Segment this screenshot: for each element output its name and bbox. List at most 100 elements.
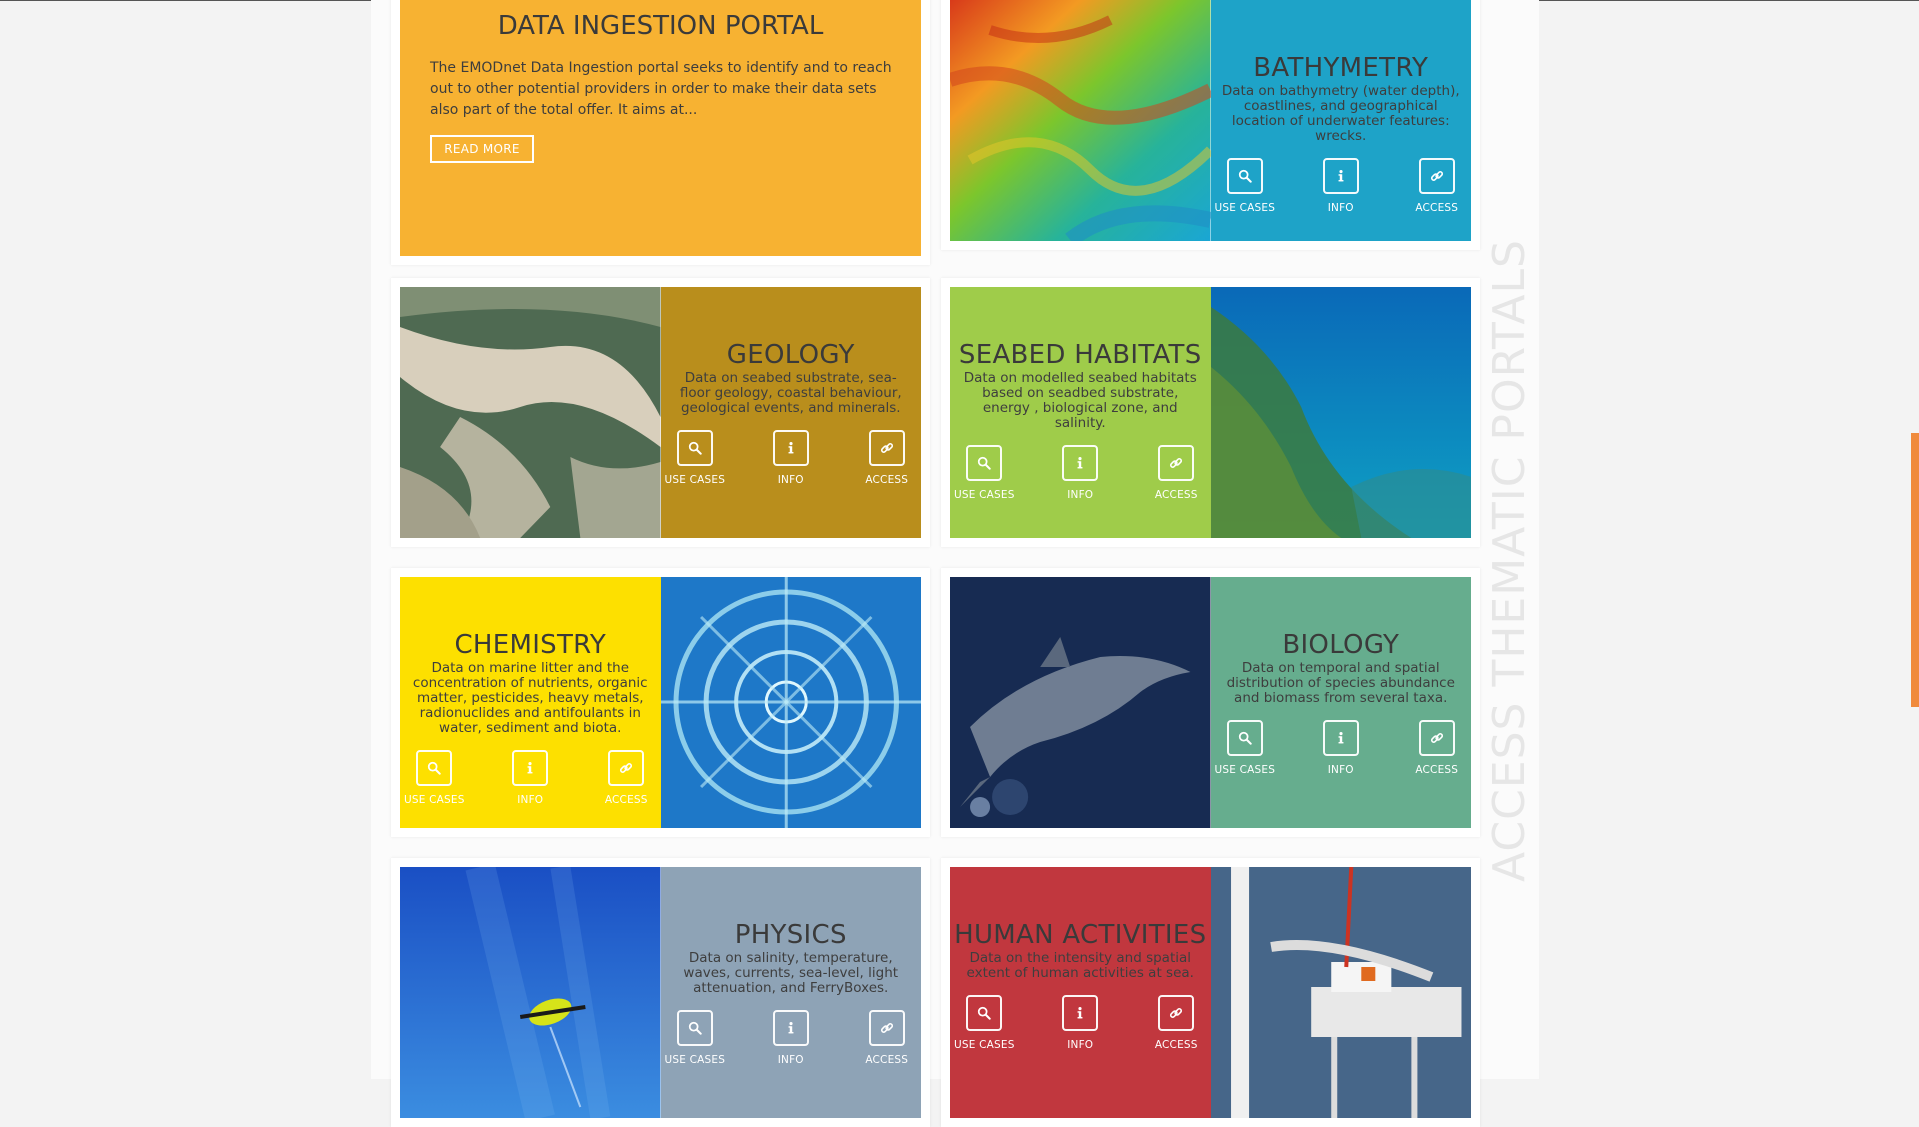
human-activities-access-button[interactable]: ACCESS [1149, 995, 1203, 1051]
biology-access-button[interactable]: ACCESS [1410, 720, 1464, 776]
ingestion-title: DATA INGESTION PORTAL [497, 11, 824, 41]
link-icon [1418, 158, 1455, 194]
access-label: ACCESS [604, 794, 648, 806]
info-label: INFO [1067, 489, 1094, 501]
seabed-habitats-info-button[interactable]: INFO [1053, 445, 1107, 501]
section-title: ACCESS THEMATIC PORTALS [1479, 239, 1539, 882]
human-activities-title: HUMAN ACTIVITIES [954, 920, 1207, 950]
seabed-habitats-access-button[interactable]: ACCESS [1149, 445, 1203, 501]
search-icon [676, 1010, 713, 1046]
seabed-habitats-title: SEABED HABITATS [958, 340, 1202, 370]
bathymetry-title: BATHYMETRY [1253, 53, 1429, 83]
chemistry-description: Data on marine litter and the concentrat… [412, 660, 648, 736]
section-title-text: ACCESS THEMATIC PORTALS [1483, 238, 1535, 882]
bathymetry-info-button[interactable]: INFO [1314, 158, 1368, 214]
bathymetry-description: Data on bathymetry (water depth), coastl… [1221, 83, 1460, 144]
chemistry-access-button[interactable]: ACCESS [599, 750, 653, 806]
biology-use-cases-button[interactable]: USE CASES [1214, 720, 1275, 776]
physics-use-cases-button[interactable]: USE CASES [664, 1010, 725, 1066]
link-icon [608, 750, 645, 786]
info-icon [1322, 158, 1359, 194]
seabed-habitats-card: SEABED HABITATS Data on modelled seabed … [941, 278, 1480, 547]
human-activities-use-cases-button[interactable]: USE CASES [954, 995, 1014, 1051]
link-icon [1418, 720, 1455, 756]
geology-use-cases-button[interactable]: USE CASES [664, 430, 725, 486]
info-icon [772, 1010, 809, 1046]
physics-access-button[interactable]: ACCESS [860, 1010, 914, 1066]
link-icon [868, 430, 905, 466]
seabed-habitats-use-cases-button[interactable]: USE CASES [954, 445, 1014, 501]
access-label: ACCESS [1415, 202, 1459, 214]
access-label: ACCESS [1415, 764, 1459, 776]
human-activities-description: Data on the intensity and spatial extent… [966, 950, 1194, 981]
search-icon [1226, 720, 1263, 756]
info-label: INFO [517, 794, 544, 806]
info-label: INFO [777, 474, 804, 486]
ingestion-card: DATA INGESTION PORTAL The EMODnet Data I… [391, 0, 930, 265]
use-cases-label: USE CASES [664, 474, 726, 486]
info-icon [512, 750, 549, 786]
search-icon [966, 445, 1003, 481]
search-icon [1226, 158, 1263, 194]
use-cases-label: USE CASES [1214, 202, 1276, 214]
info-icon [1322, 720, 1359, 756]
underwater-glider-image[interactable] [400, 867, 661, 1118]
physics-info-button[interactable]: INFO [764, 1010, 818, 1066]
bathymetry-use-cases-button[interactable]: USE CASES [1214, 158, 1275, 214]
human-activities-card: HUMAN ACTIVITIES Data on the intensity a… [941, 858, 1480, 1127]
biology-info-button[interactable]: INFO [1314, 720, 1368, 776]
chemistry-info-button[interactable]: INFO [503, 750, 557, 806]
geology-title: GEOLOGY [726, 340, 855, 370]
biology-title: BIOLOGY [1282, 630, 1400, 660]
physics-info-panel: PHYSICS Data on salinity, temperature, w… [660, 867, 921, 1118]
ingestion-description: The EMODnet Data Ingestion portal seeks … [430, 60, 892, 118]
info-label: INFO [777, 1054, 804, 1066]
geology-description: Data on seabed substrate, sea-floor geol… [679, 370, 902, 416]
geology-info-button[interactable]: INFO [764, 430, 818, 486]
biology-description: Data on temporal and spatial distributio… [1226, 660, 1455, 706]
physics-description: Data on salinity, temperature, waves, cu… [683, 950, 899, 996]
dolphin-image[interactable] [950, 577, 1211, 828]
physics-card: PHYSICS Data on salinity, temperature, w… [391, 858, 930, 1127]
chemistry-use-cases-button[interactable]: USE CASES [404, 750, 464, 806]
seagrass-underwater-image[interactable] [1210, 287, 1471, 538]
geology-info-panel: GEOLOGY Data on seabed substrate, sea-fl… [660, 287, 921, 538]
chemistry-info-panel: CHEMISTRY Data on marine litter and the … [400, 577, 661, 828]
wind-turbine-vessel-image[interactable] [1210, 867, 1471, 1118]
access-label: ACCESS [1154, 489, 1198, 501]
link-icon [868, 1010, 905, 1046]
use-cases-label: USE CASES [664, 1054, 726, 1066]
chemistry-sampler-image[interactable] [660, 577, 921, 828]
geology-coast-aerial-image[interactable] [400, 287, 661, 538]
ingestion-panel: DATA INGESTION PORTAL The EMODnet Data I… [400, 0, 921, 256]
use-cases-label: USE CASES [1214, 764, 1276, 776]
search-icon [966, 995, 1003, 1031]
geology-card: GEOLOGY Data on seabed substrate, sea-fl… [391, 278, 930, 547]
info-label: INFO [1067, 1039, 1094, 1051]
bathymetry-map-image[interactable] [950, 0, 1211, 241]
physics-title: PHYSICS [734, 920, 847, 950]
search-icon [416, 750, 453, 786]
search-icon [676, 430, 713, 466]
link-icon [1158, 995, 1195, 1031]
access-label: ACCESS [865, 474, 909, 486]
read-more-button[interactable]: READ MORE [430, 135, 534, 163]
scrollbar-thumb[interactable] [1911, 433, 1919, 707]
biology-card: BIOLOGY Data on temporal and spatial dis… [941, 568, 1480, 837]
chemistry-card: CHEMISTRY Data on marine litter and the … [391, 568, 930, 837]
bathymetry-card: BATHYMETRY Data on bathymetry (water dep… [941, 0, 1480, 250]
info-label: INFO [1327, 764, 1354, 776]
bathymetry-access-button[interactable]: ACCESS [1410, 158, 1464, 214]
info-icon [1062, 445, 1099, 481]
geology-access-button[interactable]: ACCESS [860, 430, 914, 486]
human-activities-info-button[interactable]: INFO [1053, 995, 1107, 1051]
use-cases-label: USE CASES [953, 489, 1015, 501]
access-label: ACCESS [1154, 1039, 1198, 1051]
access-label: ACCESS [865, 1054, 909, 1066]
use-cases-label: USE CASES [953, 1039, 1015, 1051]
chemistry-title: CHEMISTRY [454, 630, 607, 660]
bathymetry-info-panel: BATHYMETRY Data on bathymetry (water dep… [1210, 0, 1471, 241]
human-activities-info-panel: HUMAN ACTIVITIES Data on the intensity a… [950, 867, 1211, 1118]
info-label: INFO [1327, 202, 1354, 214]
link-icon [1158, 445, 1195, 481]
